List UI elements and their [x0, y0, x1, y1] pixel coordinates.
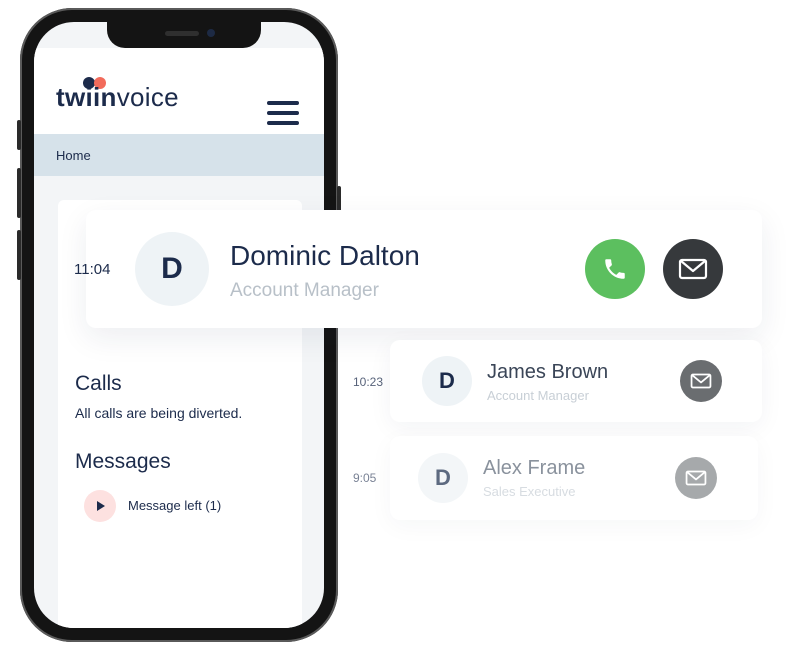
hamburger-icon[interactable]	[267, 101, 299, 125]
mute-switch	[17, 120, 21, 150]
contact-role: Sales Executive	[483, 484, 576, 499]
front-camera	[207, 29, 215, 37]
volume-down-button	[17, 230, 21, 280]
message-button[interactable]	[663, 239, 723, 299]
phone-notch	[107, 22, 261, 48]
message-button[interactable]	[675, 457, 717, 499]
app-logo[interactable]: twiinvoice	[56, 82, 179, 113]
app-header: twiinvoice	[34, 48, 324, 134]
calls-heading: Calls	[75, 372, 122, 395]
call-button[interactable]	[585, 239, 645, 299]
mail-icon	[678, 258, 708, 280]
call-time: 10:23	[353, 375, 384, 389]
phone-icon	[605, 259, 625, 279]
contact-name: James Brown	[487, 361, 609, 383]
breadcrumb-home[interactable]: Home	[56, 148, 91, 163]
contact-name: Dominic Dalton	[230, 240, 420, 271]
call-time: 11:04	[74, 261, 111, 278]
logo-text-rest: voice	[116, 82, 179, 112]
speaker-grille	[165, 31, 199, 36]
contact-card[interactable]: D Alex Frame Sales Executive	[390, 436, 758, 520]
avatar: D	[418, 453, 468, 503]
call-time: 9:05	[353, 471, 377, 485]
contact-card-main[interactable]: 11:04 D Dominic Dalton Account Manager	[74, 210, 762, 328]
logo-text-bold: twiin	[56, 82, 117, 112]
play-icon[interactable]	[84, 490, 116, 522]
calls-status-text: All calls are being diverted.	[75, 405, 243, 421]
breadcrumb: Home	[34, 134, 324, 176]
mail-icon	[690, 373, 712, 389]
contact-role: Account Manager	[230, 280, 379, 301]
contact-card[interactable]: D James Brown Account Manager	[390, 340, 762, 422]
contact-name: Alex Frame	[483, 457, 586, 479]
message-button[interactable]	[680, 360, 722, 402]
avatar: D	[422, 356, 472, 406]
volume-up-button	[17, 168, 21, 218]
mail-icon	[685, 470, 707, 486]
message-left-link[interactable]: Message left (1)	[128, 498, 221, 513]
avatar: D	[135, 232, 209, 306]
messages-heading: Messages	[75, 450, 171, 473]
contact-role: Account Manager	[487, 388, 589, 403]
